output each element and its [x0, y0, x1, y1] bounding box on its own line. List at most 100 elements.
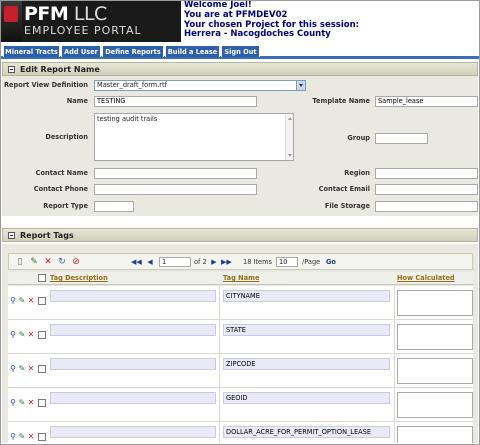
how-calculated-cell[interactable] [397, 426, 473, 443]
delete-icon[interactable]: ✕ [27, 364, 35, 373]
column-divider [394, 286, 395, 319]
column-divider [219, 354, 220, 387]
edit-icon[interactable]: ✎ [18, 296, 26, 305]
row-actions: ⚲ ✎ ✕ [8, 432, 36, 442]
section-title: Edit Report Name [20, 65, 100, 74]
delete-icon[interactable]: ✕ [27, 296, 35, 305]
per-page-input[interactable]: 10 [276, 257, 298, 267]
group-input[interactable] [375, 133, 428, 144]
row-checkbox[interactable] [38, 331, 46, 339]
select-all-checkbox[interactable] [38, 274, 46, 282]
tag-description-cell[interactable] [50, 426, 216, 438]
contact-email-label: Contact Email [318, 185, 370, 193]
column-divider [394, 388, 395, 421]
column-divider [394, 354, 395, 387]
column-divider [219, 286, 220, 319]
row-checkbox[interactable] [38, 365, 46, 373]
refresh-icon[interactable]: ↻ [57, 257, 67, 267]
last-page-icon[interactable]: ▶▶ [221, 257, 232, 267]
next-page-icon[interactable]: ▶ [209, 257, 219, 267]
report-view-definition-label: Report View Definition [3, 81, 88, 89]
view-icon[interactable]: ⚲ [9, 432, 17, 441]
logo-mark-icon [0, 0, 22, 42]
tag-name-cell[interactable]: CITYNAME [223, 290, 390, 302]
column-divider [219, 388, 220, 421]
previous-page-icon[interactable]: ◀ [145, 257, 155, 267]
region-input[interactable] [375, 168, 478, 179]
logo-subtitle: EMPLOYEE PORTAL [24, 24, 142, 37]
name-input[interactable]: TESTING [94, 96, 257, 107]
page-number-input[interactable]: 1 [159, 257, 191, 267]
grid-toolbar: ▯ ✎ ✕ ↻ ⊘ ◀◀ ◀ 1 of 2 ▶ ▶▶ 18 Items 10 /… [8, 253, 473, 270]
edit-report-header: Edit Report Name [2, 62, 478, 76]
description-label: Description [45, 133, 88, 141]
table-row: ⚲ ✎ ✕ ZIPCODE [8, 354, 473, 388]
tag-name-cell[interactable]: STATE [223, 324, 390, 336]
grid-header: Tag Description Tag Name How Calculated [8, 272, 473, 285]
edit-icon[interactable]: ✎ [18, 398, 26, 407]
column-divider [394, 422, 395, 443]
column-divider [219, 422, 220, 443]
name-label: Name [66, 97, 88, 105]
report-type-label: Report Type [43, 202, 88, 210]
go-button[interactable]: Go [326, 257, 336, 267]
table-row: ⚲ ✎ ✕ STATE [8, 320, 473, 354]
view-icon[interactable]: ⚲ [9, 398, 17, 407]
tab-mineral-tracts[interactable]: Mineral Tracts [3, 45, 60, 57]
description-textarea[interactable]: testing audit trails [94, 113, 294, 161]
edit-icon[interactable]: ✎ [29, 257, 39, 267]
report-view-definition-select[interactable]: Master_draft_form.rtf [94, 80, 306, 91]
report-view-definition-value: Master_draft_form.rtf [97, 81, 167, 89]
page-of-text: of 2 [194, 258, 207, 266]
delete-icon[interactable]: ✕ [27, 432, 35, 441]
view-icon[interactable]: ⚲ [9, 296, 17, 305]
collapse-icon[interactable] [8, 66, 15, 73]
how-calculated-cell[interactable] [397, 392, 473, 418]
tag-description-cell[interactable] [50, 358, 216, 370]
file-storage-input[interactable] [375, 201, 478, 212]
tag-description-cell[interactable] [50, 392, 216, 404]
column-how-calculated[interactable]: How Calculated [397, 274, 455, 283]
column-tag-name[interactable]: Tag Name [223, 274, 259, 283]
header: PFM LLC EMPLOYEE PORTAL Welcome Joel! Yo… [0, 0, 480, 42]
first-page-icon[interactable]: ◀◀ [131, 257, 142, 267]
collapse-icon[interactable] [8, 232, 15, 239]
delete-icon[interactable]: ✕ [27, 398, 35, 407]
new-document-icon[interactable]: ▯ [15, 257, 25, 267]
report-type-input[interactable] [94, 201, 134, 212]
delete-icon[interactable]: ✕ [27, 330, 35, 339]
how-calculated-cell[interactable] [397, 290, 473, 316]
tab-sign-out[interactable]: Sign Out [221, 45, 260, 57]
tab-define-reports[interactable]: Define Reports [102, 45, 164, 57]
report-tags-header: Report Tags [2, 228, 478, 242]
logo: PFM LLC EMPLOYEE PORTAL [0, 0, 181, 42]
edit-icon[interactable]: ✎ [18, 432, 26, 441]
view-icon[interactable]: ⚲ [9, 364, 17, 373]
view-icon[interactable]: ⚲ [9, 330, 17, 339]
tag-description-cell[interactable] [50, 290, 216, 302]
row-checkbox[interactable] [38, 297, 46, 305]
tag-name-cell[interactable]: GEOID [223, 392, 390, 404]
contact-name-label: Contact Name [35, 169, 88, 177]
filter-icon[interactable]: ⊘ [71, 257, 81, 267]
tag-name-cell[interactable]: DOLLAR_ACRE_FOR_PERMIT_OPTION_LEASE [223, 426, 390, 438]
contact-name-input[interactable] [94, 168, 257, 179]
tag-name-cell[interactable]: ZIPCODE [223, 358, 390, 370]
template-name-label: Template Name [312, 97, 370, 105]
tag-description-cell[interactable] [50, 324, 216, 336]
logo-title: PFM LLC [24, 3, 107, 25]
row-checkbox[interactable] [38, 433, 46, 441]
contact-phone-input[interactable] [94, 184, 257, 195]
tab-build-a-lease[interactable]: Build a Lease [165, 45, 220, 57]
tab-add-user[interactable]: Add User [61, 45, 101, 57]
how-calculated-cell[interactable] [397, 358, 473, 384]
column-tag-description[interactable]: Tag Description [50, 274, 108, 283]
template-name-input[interactable]: Sample_lease [375, 96, 478, 107]
edit-icon[interactable]: ✎ [18, 330, 26, 339]
how-calculated-cell[interactable] [397, 324, 473, 350]
edit-icon[interactable]: ✎ [18, 364, 26, 373]
table-row: ⚲ ✎ ✕ CITYNAME [8, 286, 473, 320]
contact-email-input[interactable] [375, 184, 478, 195]
delete-icon[interactable]: ✕ [43, 257, 53, 267]
row-checkbox[interactable] [38, 399, 46, 407]
